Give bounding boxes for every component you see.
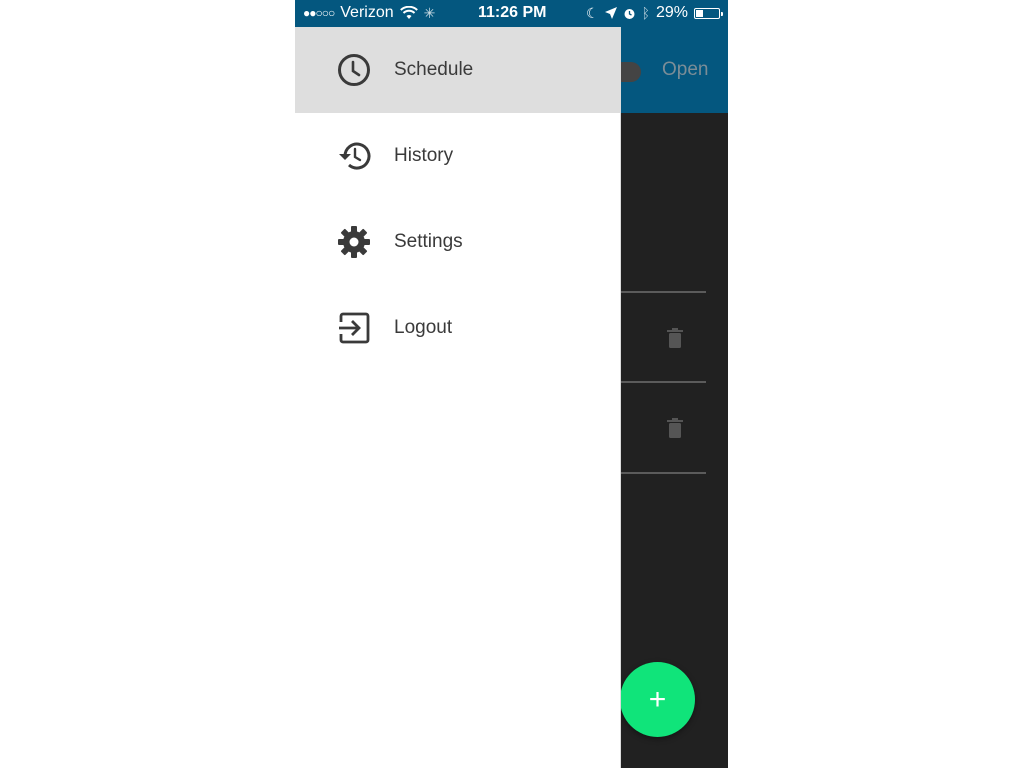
open-toggle-label: Open bbox=[662, 59, 709, 80]
drawer-item-schedule[interactable]: Schedule bbox=[295, 27, 620, 113]
drawer-item-label: History bbox=[394, 145, 454, 166]
battery-fill bbox=[696, 9, 703, 17]
status-bar-left: ●●○○○ Verizon ✳ bbox=[303, 4, 435, 22]
status-bar: ●●○○○ Verizon ✳ 11:26 PM ☾ ᛒ 29% bbox=[295, 0, 728, 27]
wifi-icon bbox=[399, 6, 418, 19]
logout-icon bbox=[339, 312, 370, 344]
activity-spinner-icon: ✳ bbox=[423, 4, 436, 21]
battery-percent: 29% bbox=[655, 4, 688, 21]
signal-strength-icon: ●●○○○ bbox=[303, 6, 335, 20]
battery-icon bbox=[694, 7, 723, 19]
navigation-drawer: Schedule History Settings Logout bbox=[295, 27, 621, 768]
moon-icon: ☾ bbox=[586, 4, 599, 21]
bluetooth-icon: ᛒ bbox=[641, 5, 650, 21]
drawer-item-logout[interactable]: Logout bbox=[295, 285, 620, 371]
drawer-item-settings[interactable]: Settings bbox=[295, 199, 620, 285]
drawer-item-label: Settings bbox=[394, 231, 463, 252]
drawer-item-label: Schedule bbox=[394, 59, 474, 80]
drawer-item-label: Logout bbox=[394, 317, 453, 338]
location-arrow-icon bbox=[604, 7, 617, 19]
status-time: 11:26 PM bbox=[478, 4, 547, 21]
history-icon bbox=[339, 142, 371, 170]
status-bar-right: ☾ ᛒ 29% bbox=[586, 4, 723, 22]
trash-icon[interactable] bbox=[667, 418, 683, 438]
alarm-icon bbox=[624, 8, 635, 19]
carrier-name: Verizon bbox=[340, 4, 394, 21]
phone-screen: ●●○○○ Verizon ✳ 11:26 PM ☾ ᛒ 29% Open + … bbox=[295, 0, 728, 768]
add-button[interactable]: + bbox=[620, 662, 695, 737]
clock-icon bbox=[338, 54, 370, 86]
gear-icon bbox=[338, 226, 370, 258]
drawer-item-history[interactable]: History bbox=[295, 113, 620, 199]
plus-icon: + bbox=[648, 682, 667, 716]
trash-icon[interactable] bbox=[667, 328, 683, 348]
